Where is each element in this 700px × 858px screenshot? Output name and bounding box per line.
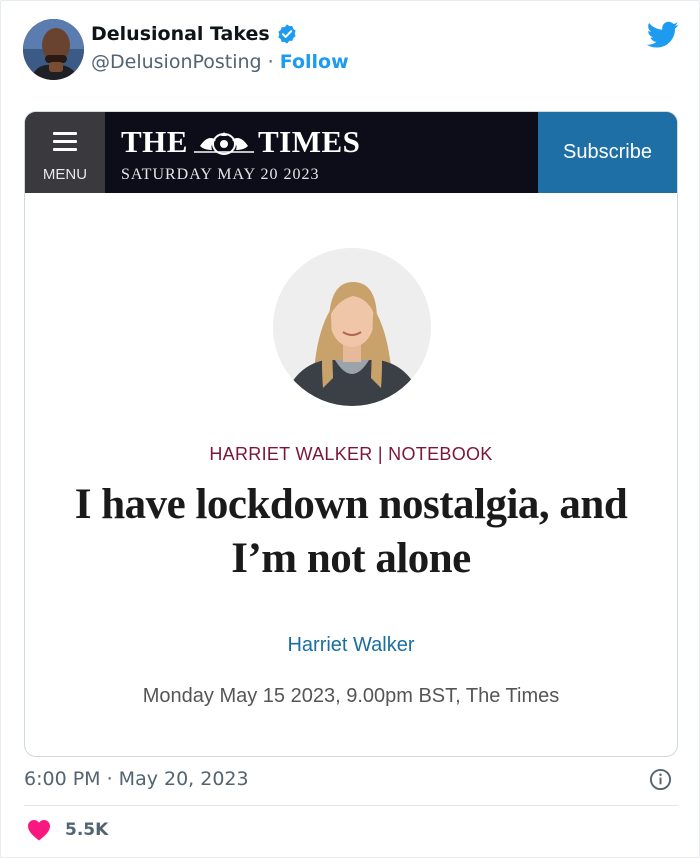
divider — [24, 805, 678, 806]
like-button[interactable]: 5.5K — [27, 819, 108, 841]
user-handle[interactable]: @DelusionPosting — [91, 51, 262, 73]
article-byline: HARRIET WALKER | NOTEBOOK — [209, 444, 493, 464]
times-logo[interactable]: THE TIMES SATURDAY MAY 20 2023 — [121, 124, 360, 184]
article-card[interactable]: MENU THE TIMES SATURDAY MAY 20 2023 Subs… — [24, 111, 678, 757]
subscribe-button[interactable]: Subscribe — [538, 112, 677, 193]
menu-icon — [53, 132, 77, 151]
follow-button[interactable]: Follow — [280, 51, 349, 73]
brand-right: TIMES — [257, 124, 361, 159]
times-masthead: MENU THE TIMES SATURDAY MAY 20 2023 Subs… — [25, 112, 677, 193]
author-photo — [273, 248, 431, 406]
avatar[interactable] — [23, 19, 84, 80]
heart-icon — [28, 820, 50, 841]
menu-button[interactable]: MENU — [25, 112, 105, 193]
info-icon[interactable] — [649, 768, 672, 791]
separator: · — [267, 51, 274, 73]
tweet-timestamp[interactable]: 6:00 PM · May 20, 2023 — [24, 768, 249, 790]
display-name[interactable]: Delusional Takes — [91, 23, 270, 45]
article-headline[interactable]: I have lockdown nostalgia, and I’m not a… — [45, 478, 657, 586]
author-link[interactable]: Harriet Walker — [25, 634, 677, 657]
twitter-bird-icon[interactable] — [647, 21, 679, 49]
like-count: 5.5K — [65, 820, 109, 840]
verified-badge-icon — [278, 24, 296, 44]
article-dateline: Monday May 15 2023, 9.00pm BST, The Time… — [142, 685, 560, 707]
user-names: Delusional Takes @DelusionPosting · Foll… — [91, 23, 349, 73]
tweet-card: Delusional Takes @DelusionPosting · Foll… — [0, 0, 700, 858]
masthead-date: SATURDAY MAY 20 2023 — [121, 166, 320, 183]
menu-label: MENU — [42, 166, 88, 183]
brand-left: THE — [121, 124, 188, 159]
times-crest-icon — [193, 132, 254, 155]
tweet-header: Delusional Takes @DelusionPosting · Foll… — [23, 19, 679, 81]
